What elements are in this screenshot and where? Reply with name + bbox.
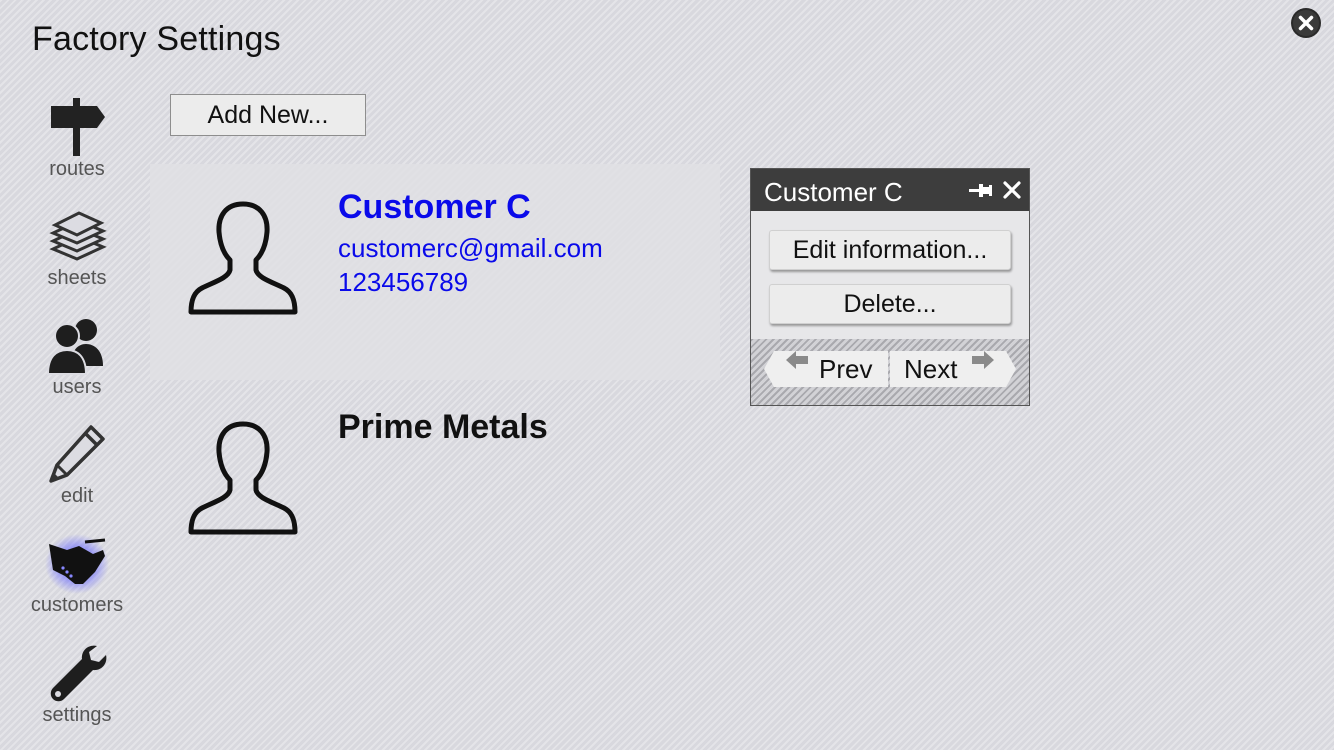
wrench-icon xyxy=(50,645,107,702)
users-icon xyxy=(46,319,103,375)
sidebar-item-label: sheets xyxy=(47,267,107,289)
signpost-icon xyxy=(51,98,105,156)
sidebar-item-edit[interactable]: edit xyxy=(22,423,132,507)
page-title: Factory Settings xyxy=(32,20,281,58)
next-label: Next xyxy=(904,354,958,384)
customer-card[interactable]: Prime Metals xyxy=(150,384,720,600)
close-circle-icon xyxy=(1291,8,1321,38)
prev-label: Prev xyxy=(819,354,873,384)
arrow-right-icon xyxy=(972,351,994,369)
customer-name: Prime Metals xyxy=(338,408,548,446)
close-window-button[interactable] xyxy=(1290,7,1322,39)
popup-footer: Prev Next xyxy=(751,339,1029,405)
popup-header: Customer C xyxy=(751,169,1029,211)
handshake-icon xyxy=(45,534,109,594)
customer-name: Customer C xyxy=(338,188,531,226)
customer-email[interactable]: customerc@gmail.com xyxy=(338,233,603,264)
customer-popup: Customer C Edit information... Delete...… xyxy=(750,168,1030,406)
close-icon[interactable] xyxy=(1001,179,1023,201)
sidebar-item-label: routes xyxy=(49,158,105,180)
popup-title: Customer C xyxy=(764,177,903,207)
customer-phone: 123456789 xyxy=(338,267,469,297)
sidebar-item-label: users xyxy=(52,376,102,398)
sidebar-item-routes[interactable]: routes xyxy=(22,96,132,180)
sidebar-item-users[interactable]: users xyxy=(22,314,132,398)
pin-icon[interactable] xyxy=(967,179,993,201)
sidebar-item-customers[interactable]: customers xyxy=(22,532,132,616)
arrow-left-icon xyxy=(786,351,808,369)
sidebar-item-settings[interactable]: settings xyxy=(22,642,132,726)
sidebar-item-label: customers xyxy=(30,594,124,616)
stacked-sheets-icon xyxy=(49,211,107,261)
sidebar-item-sheets[interactable]: sheets xyxy=(22,205,132,289)
pencil-icon xyxy=(49,425,105,483)
add-new-button[interactable]: Add New... xyxy=(170,94,366,136)
avatar-icon xyxy=(188,421,298,535)
avatar-icon xyxy=(188,201,298,315)
prev-button[interactable]: Prev xyxy=(764,351,888,387)
delete-button[interactable]: Delete... xyxy=(769,284,1011,324)
sidebar-item-label: settings xyxy=(42,704,112,726)
sidebar-item-label: edit xyxy=(60,485,94,507)
next-button[interactable]: Next xyxy=(890,351,1016,387)
edit-information-button[interactable]: Edit information... xyxy=(769,230,1011,270)
customer-card[interactable]: Customer C customerc@gmail.com 123456789 xyxy=(150,164,720,380)
